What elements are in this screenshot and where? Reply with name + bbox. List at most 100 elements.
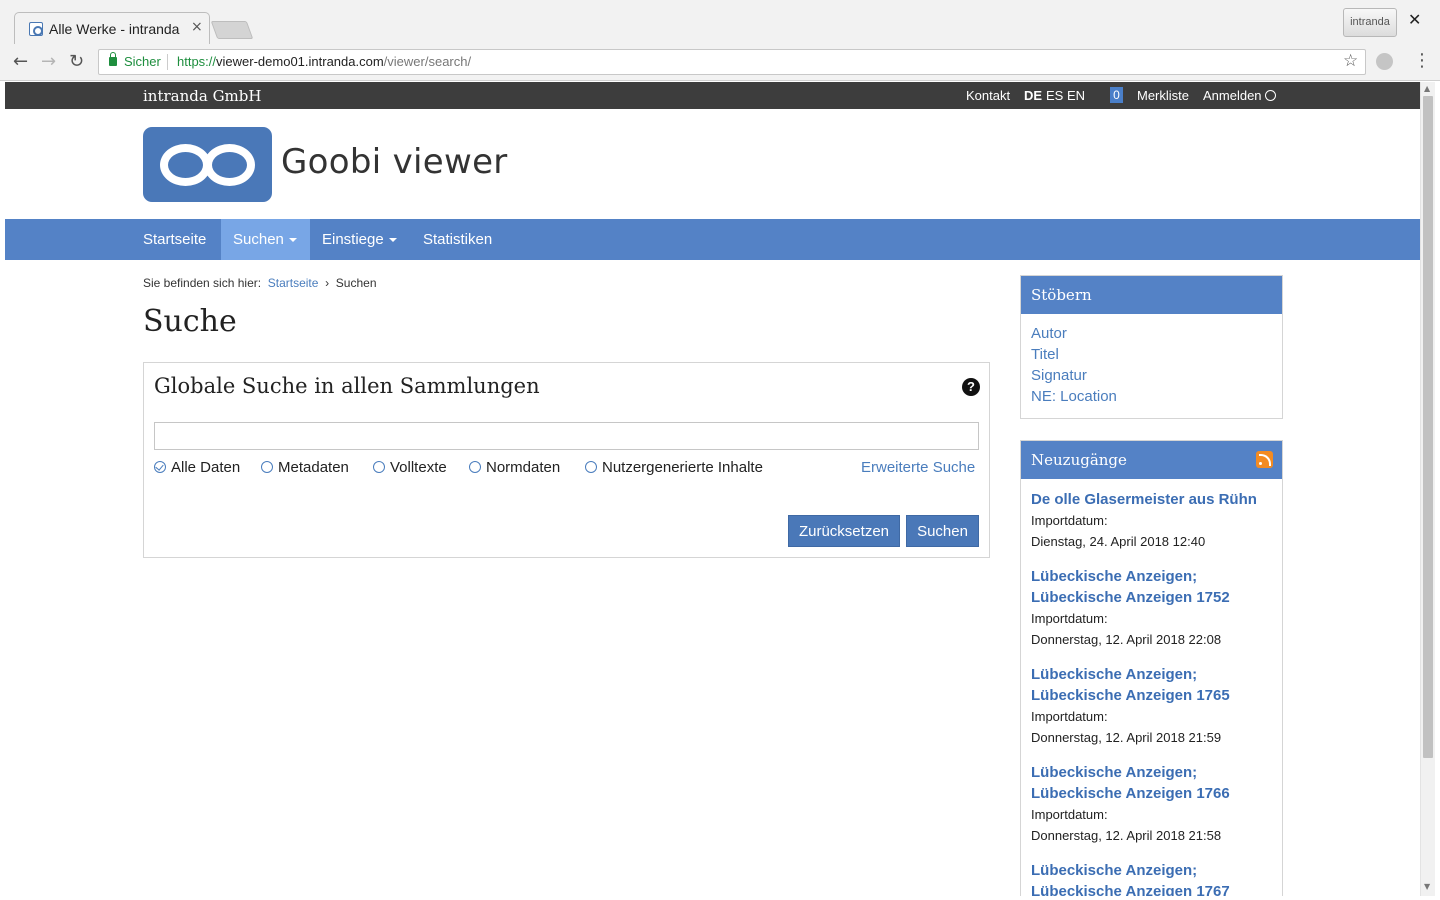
bookmark-count-badge[interactable]: 0 xyxy=(1110,87,1123,103)
radio-label: Normdaten xyxy=(486,459,561,476)
radio-normdaten[interactable]: Normdaten xyxy=(469,459,560,476)
reload-icon[interactable]: ↻ xyxy=(69,51,84,72)
url-text[interactable]: https://viewer-demo01.intranda.com/viewe… xyxy=(177,54,471,69)
list-item: Lübeckische Anzeigen; Lübeckische Anzeig… xyxy=(1031,860,1272,896)
user-icon xyxy=(1264,90,1276,101)
page-title: Suche xyxy=(143,304,237,339)
browser-menu-icon[interactable]: ⋮ xyxy=(1413,50,1431,71)
radio-label: Alle Daten xyxy=(171,459,241,476)
company-name[interactable]: intranda GmbH xyxy=(143,87,261,105)
radio-alle-daten[interactable]: Alle Daten xyxy=(154,459,240,476)
import-label: Importdatum: xyxy=(1031,611,1108,626)
import-label: Importdatum: xyxy=(1031,807,1108,822)
radio-label: Nutzergenerierte Inhalte xyxy=(602,459,763,476)
tab-close-icon[interactable]: × xyxy=(191,19,203,35)
scroll-up-icon[interactable]: ▲ xyxy=(1424,84,1430,93)
back-icon[interactable]: ← xyxy=(13,51,28,72)
search-panel-title: Globale Suche in allen Sammlungen xyxy=(154,374,540,398)
import-date: Donnerstag, 12. April 2018 21:58 xyxy=(1031,828,1222,843)
forward-icon[interactable]: → xyxy=(41,51,56,72)
tab-title: Alle Werke - intranda xyxy=(49,21,180,37)
breadcrumb-home-link[interactable]: Startseite xyxy=(268,276,319,290)
radio-checked-icon xyxy=(154,461,166,473)
browse-list: Autor Titel Signatur NE: Location xyxy=(1021,314,1282,407)
import-label: Importdatum: xyxy=(1031,513,1108,528)
bookmark-star-icon[interactable]: ☆ xyxy=(1343,51,1358,71)
news-title-link[interactable]: Lübeckische Anzeigen; Lübeckische Anzeig… xyxy=(1031,664,1272,706)
search-button[interactable]: Suchen xyxy=(906,515,979,547)
caret-down-icon xyxy=(388,238,397,242)
radio-metadaten[interactable]: Metadaten xyxy=(261,459,349,476)
new-arrivals-title: Neuzugänge xyxy=(1031,451,1127,469)
search-panel: Globale Suche in allen Sammlungen ? Alle… xyxy=(143,362,990,558)
nav-item-suchen[interactable]: Suchen xyxy=(221,219,310,260)
news-title-link[interactable]: Lübeckische Anzeigen; Lübeckische Anzeig… xyxy=(1031,566,1272,608)
login-link[interactable]: Anmelden xyxy=(1203,88,1276,103)
page-viewport: intranda GmbH Kontakt DE ES EN 0 Merklis… xyxy=(5,82,1420,896)
new-arrivals-list: De olle Glasermeister aus Rühn Importdat… xyxy=(1021,479,1282,896)
logo[interactable] xyxy=(143,127,272,202)
site-title[interactable]: Goobi viewer xyxy=(281,142,508,182)
radio-label: Metadaten xyxy=(278,459,349,476)
bookmarks-link[interactable]: Merkliste xyxy=(1137,88,1189,103)
nav-item-statistiken[interactable]: Statistiken xyxy=(423,219,492,260)
infinity-right-icon xyxy=(204,144,255,186)
import-label: Importdatum: xyxy=(1031,709,1108,724)
radio-icon xyxy=(261,461,273,473)
new-arrivals-header: Neuzugänge xyxy=(1021,441,1282,479)
url-divider xyxy=(167,54,168,70)
import-date: Donnerstag, 12. April 2018 21:59 xyxy=(1031,730,1222,745)
browse-item-titel[interactable]: Titel xyxy=(1031,344,1272,365)
secure-label: Sicher xyxy=(124,54,161,69)
new-arrivals-box: Neuzugänge De olle Glasermeister aus Rüh… xyxy=(1020,440,1283,896)
lang-de-link[interactable]: DE xyxy=(1024,88,1042,103)
browse-item-signatur[interactable]: Signatur xyxy=(1031,365,1272,386)
lang-es-link[interactable]: ES xyxy=(1046,88,1063,103)
radio-nutzergenerierte-inhalte[interactable]: Nutzergenerierte Inhalte xyxy=(585,459,763,476)
new-tab-button[interactable] xyxy=(210,21,254,39)
breadcrumb-prefix: Sie befinden sich hier: xyxy=(143,276,262,290)
login-label: Anmelden xyxy=(1203,88,1262,103)
browse-box-title: Stöbern xyxy=(1021,276,1282,314)
help-icon[interactable]: ? xyxy=(962,378,980,396)
scrollbar-thumb[interactable] xyxy=(1423,96,1433,758)
profile-button[interactable]: intranda xyxy=(1343,8,1397,37)
radio-volltexte[interactable]: Volltexte xyxy=(373,459,447,476)
url-path: /viewer/search/ xyxy=(383,54,472,69)
main-nav: Startseite Suchen Einstiege Statistiken xyxy=(5,219,1420,260)
radio-icon xyxy=(585,461,597,473)
nav-label-einstiege: Einstiege xyxy=(322,231,384,248)
rss-icon[interactable] xyxy=(1256,451,1273,468)
breadcrumb-current: Suchen xyxy=(335,276,377,290)
lang-en-link[interactable]: EN xyxy=(1067,88,1085,103)
favicon-icon xyxy=(29,22,43,36)
caret-down-icon xyxy=(288,238,297,242)
breadcrumb-separator: › xyxy=(325,276,330,290)
scroll-down-icon[interactable]: ▼ xyxy=(1424,882,1430,891)
window-close-icon[interactable]: ✕ xyxy=(1408,10,1421,29)
radio-icon xyxy=(469,461,481,473)
contact-link[interactable]: Kontakt xyxy=(966,88,1010,103)
extension-icon[interactable] xyxy=(1376,53,1393,70)
news-title-link[interactable]: Lübeckische Anzeigen; Lübeckische Anzeig… xyxy=(1031,860,1272,896)
page-scrollbar[interactable]: ▲ ▼ xyxy=(1420,82,1435,896)
list-item: De olle Glasermeister aus Rühn Importdat… xyxy=(1031,489,1272,552)
browser-tabstrip: Alle Werke - intranda × intranda ✕ xyxy=(0,0,1440,45)
nav-item-startseite[interactable]: Startseite xyxy=(143,219,206,260)
nav-item-einstiege[interactable]: Einstiege xyxy=(322,219,397,260)
search-input[interactable] xyxy=(154,422,979,450)
nav-label-suchen: Suchen xyxy=(233,231,284,248)
list-item: Lübeckische Anzeigen; Lübeckische Anzeig… xyxy=(1031,664,1272,748)
list-item: Lübeckische Anzeigen; Lübeckische Anzeig… xyxy=(1031,566,1272,650)
reset-button[interactable]: Zurücksetzen xyxy=(788,515,900,547)
browser-tab[interactable]: Alle Werke - intranda × xyxy=(14,12,210,45)
list-item: Lübeckische Anzeigen; Lübeckische Anzeig… xyxy=(1031,762,1272,846)
news-title-link[interactable]: Lübeckische Anzeigen; Lübeckische Anzeig… xyxy=(1031,762,1272,804)
import-date: Donnerstag, 12. April 2018 22:08 xyxy=(1031,632,1222,647)
browse-item-autor[interactable]: Autor xyxy=(1031,323,1272,344)
advanced-search-link[interactable]: Erweiterte Suche xyxy=(861,459,975,476)
import-date: Dienstag, 24. April 2018 12:40 xyxy=(1031,534,1206,549)
address-bar[interactable]: Sicher https://viewer-demo01.intranda.co… xyxy=(98,49,1366,75)
browse-item-location[interactable]: NE: Location xyxy=(1031,386,1272,407)
news-title-link[interactable]: De olle Glasermeister aus Rühn xyxy=(1031,489,1272,510)
